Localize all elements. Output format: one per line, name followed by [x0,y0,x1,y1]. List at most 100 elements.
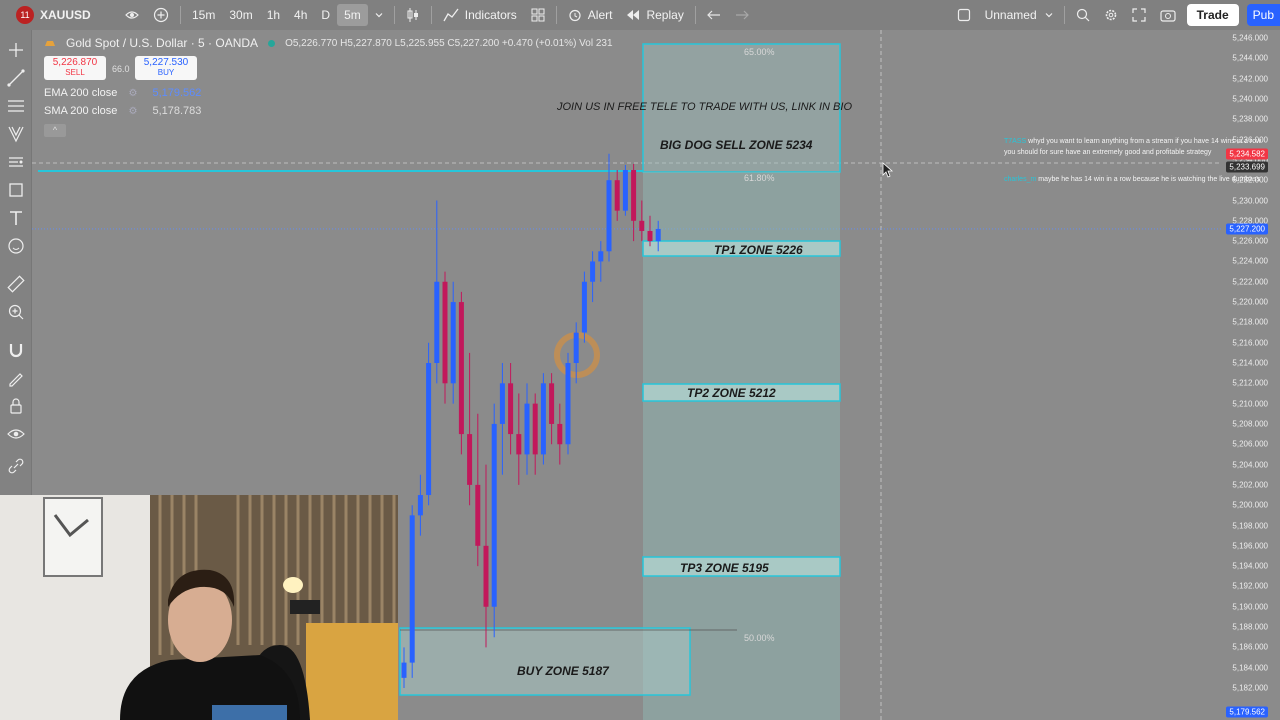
ruler-icon[interactable] [6,274,26,294]
price-axis-tick: 5,192.000 [1232,581,1268,591]
horizontal-lines-icon[interactable] [6,96,26,116]
promo-text: JOIN US IN FREE TELE TO TRADE WITH US, L… [557,101,853,113]
candle-body [483,545,489,607]
price-axis-tick: 5,242.000 [1232,74,1268,84]
market-open-dot-icon [268,39,276,47]
candle-body [458,302,464,435]
candle-body [590,261,596,282]
indicator-name: SMA 200 close [44,105,118,117]
buy-button[interactable]: 5,227.530 BUY [135,56,197,80]
settings-gear-icon[interactable]: ⚙ [128,88,137,99]
magnet-icon[interactable] [6,340,26,360]
toolbar-divider [1063,6,1065,24]
price-axis-tick: 5,190.000 [1232,602,1268,612]
candle-body [598,251,604,262]
alert-button[interactable]: Alert [561,0,620,30]
alert-label: Alert [587,8,613,22]
price-axis-tick: 5,224.000 [1232,256,1268,266]
price-tag-crosshair: 5,233.699 [1226,161,1268,173]
candle-body [532,403,538,455]
redo-icon[interactable] [728,0,756,30]
price-axis-tick: 5,206.000 [1232,439,1268,449]
chat-username: T7ASS [1004,138,1027,145]
gold-symbol-icon [45,41,55,46]
emoji-icon[interactable] [6,236,26,256]
camera-snapshot-icon[interactable] [1153,0,1183,30]
sell-label: SELL [65,68,85,77]
candle-body [475,484,481,546]
price-axis-tick: 5,238.000 [1232,114,1268,124]
quick-search-icon[interactable] [1069,0,1097,30]
publish-button[interactable]: Pub [1246,4,1280,26]
eye-icon[interactable] [6,424,26,444]
candle-body [540,383,546,455]
legend-collapse-button[interactable]: ^ [44,124,66,137]
layout-name-button[interactable]: Unnamed [978,0,1060,30]
candle-body [622,170,628,211]
link-icon[interactable] [6,456,26,476]
chat-username: charles_m [1004,176,1037,183]
candle-body [606,180,612,252]
legend-ohlc-values: O5,226.770 H5,227.870 L5,225.955 C5,227.… [285,37,613,49]
settings-gear-icon[interactable]: ⚙ [128,106,137,117]
indicators-label: Indicators [464,8,517,22]
price-axis-tick: 5,230.000 [1232,196,1268,205]
text-tool-icon[interactable] [6,208,26,228]
price-axis-tick: 5,182.000 [1232,683,1268,693]
toolbar-divider [180,6,181,24]
indicator-value: 5,179.562 [152,87,202,99]
trade-button[interactable]: Trade [1186,4,1239,26]
candle-body [581,281,587,333]
price-axis-tick: 5,204.000 [1232,460,1268,470]
indicators-button[interactable]: Indicators [436,0,524,30]
rectangle-icon[interactable] [6,180,26,200]
crosshair-icon[interactable] [6,40,26,60]
candle-body [508,383,514,435]
candle-body [491,423,497,607]
interval-d[interactable]: D [314,0,337,30]
candle-body [426,363,432,496]
candle-body [516,434,522,455]
price-axis-tick: 5,240.000 [1232,94,1268,104]
toolbar-divider [694,6,696,24]
price-axis[interactable]: 5,246.000 5,244.000 5,242.000 5,240.000 5,23… [1222,30,1280,720]
chat-text: whyd you want to learn anything from a s… [1004,138,1262,156]
interval-dropdown-chevron-icon[interactable] [368,0,390,30]
brush-patterns-icon[interactable] [6,152,26,172]
interval-4h[interactable]: 4h [287,0,314,30]
trend-line-icon[interactable] [6,68,26,88]
watch-icon[interactable] [118,0,146,30]
price-axis-tick: 5,202.000 [1232,480,1268,490]
webcam-image [0,495,398,720]
sell-button[interactable]: 5,226.870 SELL [44,56,106,80]
pitchfork-icon[interactable] [6,124,26,144]
stay-drawing-icon[interactable] [6,368,26,388]
interval-30m[interactable]: 30m [222,0,259,30]
fullscreen-icon[interactable] [1125,0,1153,30]
layout-square-icon[interactable] [950,0,978,30]
lock-icon[interactable] [6,396,26,416]
layouts-grid-icon[interactable] [524,0,552,30]
candle-body [655,228,661,242]
undo-icon[interactable] [700,0,728,30]
buy-label: BUY [157,68,175,77]
candle-body [631,170,637,221]
compare-add-icon[interactable] [146,0,176,30]
candle-body [639,220,645,231]
buy-zone-label: BUY ZONE 5187 [517,664,609,678]
indicator-ema-200[interactable]: EMA 200 close ⚙ 5,179.562 [44,87,201,99]
candle-style-icon[interactable] [399,0,427,30]
zoom-in-icon[interactable] [6,302,26,322]
interval-1h[interactable]: 1h [260,0,287,30]
settings-gear-icon[interactable] [1097,0,1125,30]
replay-button[interactable]: Replay [619,0,690,30]
candle-body [549,383,555,424]
interval-5m[interactable]: 5m [337,4,368,26]
chevron-down-icon [1045,13,1053,18]
price-axis-tick: 5,218.000 [1232,317,1268,327]
interval-15m[interactable]: 15m [185,0,222,30]
candle-body [417,495,423,516]
price-axis-tick: 5,186.000 [1232,642,1268,652]
indicator-sma-200[interactable]: SMA 200 close ⚙ 5,178.783 [44,105,201,117]
price-axis-tick: 5,194.000 [1232,561,1268,571]
